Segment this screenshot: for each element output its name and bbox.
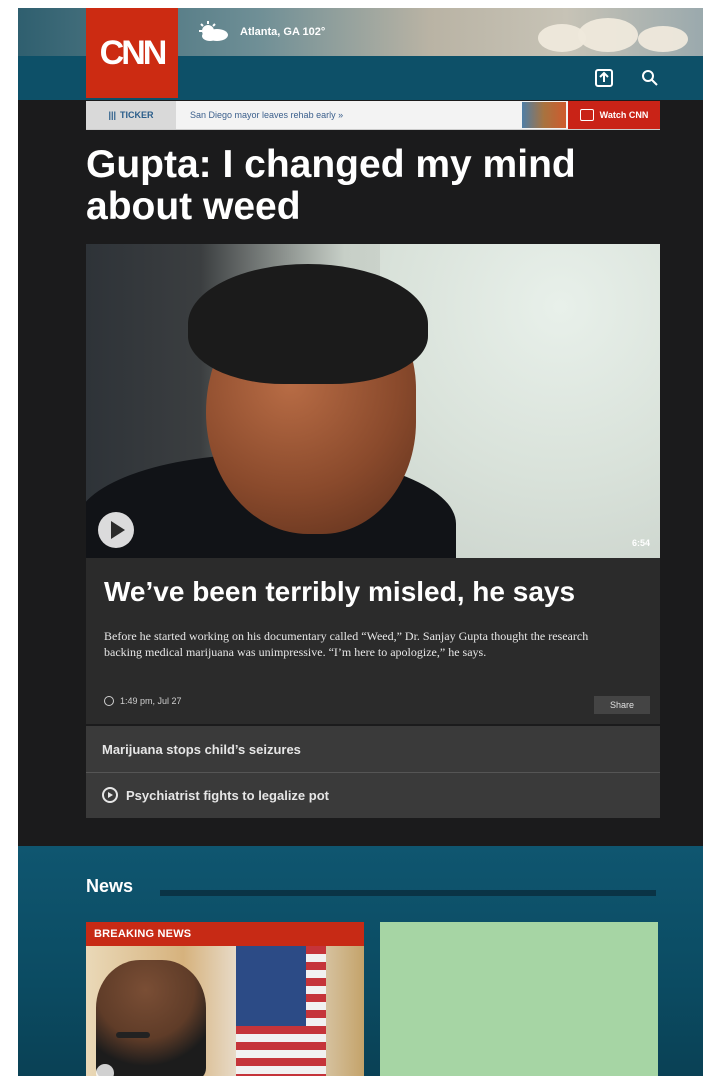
video-play-icon — [102, 787, 118, 803]
story-title[interactable]: We’ve been terribly misled, he says — [104, 576, 646, 608]
related-link[interactable]: Marijuana stops child’s seizures — [102, 736, 301, 762]
weather-widget[interactable]: Atlanta, GA 102° — [196, 20, 325, 44]
news-section-title[interactable]: News — [86, 876, 133, 897]
tv-icon — [579, 109, 594, 121]
story-meta: 1:49 pm, Jul 27 — [104, 696, 182, 706]
share-icon — [595, 69, 613, 87]
watch-cnn-label: Watch CNN — [599, 110, 649, 120]
share-label: Share — [609, 700, 635, 710]
weather-text: Atlanta, GA 102° — [240, 26, 326, 38]
search-button[interactable] — [640, 68, 660, 88]
cnn-app-frame: CNN Atlanta, GA 102° ||| TICKER San Dieg… — [18, 8, 703, 1076]
cloud-decoration — [638, 26, 688, 52]
main-headline[interactable]: Gupta: I changed my mind about weed — [86, 144, 676, 228]
news-ticker[interactable]: ||| TICKER San Diego mayor leaves rehab … — [86, 101, 660, 130]
watch-cnn-button[interactable]: Watch CNN — [568, 101, 660, 129]
microphone — [116, 1032, 150, 1038]
breaking-news-card[interactable]: BREAKING NEWS — [86, 922, 364, 1076]
video-duration: 6:54 — [631, 538, 650, 548]
cnn-logo[interactable]: CNN — [86, 8, 178, 98]
story-description: Before he started working on his documen… — [104, 629, 589, 659]
related-link-label: Marijuana stops child’s seizures — [102, 741, 301, 757]
card-play-button[interactable] — [96, 1064, 114, 1076]
news-section: News BREAKING NEWS — [18, 846, 703, 1076]
ticker-headline[interactable]: San Diego mayor leaves rehab early » — [190, 101, 343, 129]
cloud-decoration — [578, 18, 638, 52]
breaking-news-banner: BREAKING NEWS — [86, 922, 364, 946]
related-links: Marijuana stops child’s seizures Psychia… — [86, 726, 660, 818]
flag-canton — [236, 946, 306, 1026]
ticker-label: ||| TICKER — [86, 101, 176, 129]
related-link[interactable]: Psychiatrist fights to legalize pot — [102, 782, 329, 808]
related-link-label: Psychiatrist fights to legalize pot — [126, 787, 329, 803]
play-button[interactable] — [98, 512, 134, 548]
news-section-divider — [160, 890, 656, 896]
news-tile-placeholder[interactable] — [380, 922, 658, 1076]
hero-hair — [188, 264, 428, 384]
play-icon — [111, 521, 125, 539]
clock-icon — [104, 696, 114, 706]
story-timestamp: 1:49 pm, Jul 27 — [120, 696, 182, 706]
related-divider — [86, 772, 660, 773]
hero-video[interactable]: 6:54 — [86, 244, 660, 558]
partly-cloudy-icon — [196, 21, 230, 43]
ticker-thumbnail[interactable] — [522, 102, 566, 128]
header-actions — [594, 68, 660, 88]
cnn-logo-text: CNN — [99, 33, 168, 72]
search-icon — [642, 70, 658, 86]
story-share-button[interactable]: Share — [594, 696, 650, 714]
ticker-label-text: TICKER — [120, 110, 154, 120]
speaker-figure — [96, 960, 206, 1076]
share-button[interactable] — [594, 68, 614, 88]
story-panel: We’ve been terribly misled, he says Befo… — [86, 558, 660, 724]
